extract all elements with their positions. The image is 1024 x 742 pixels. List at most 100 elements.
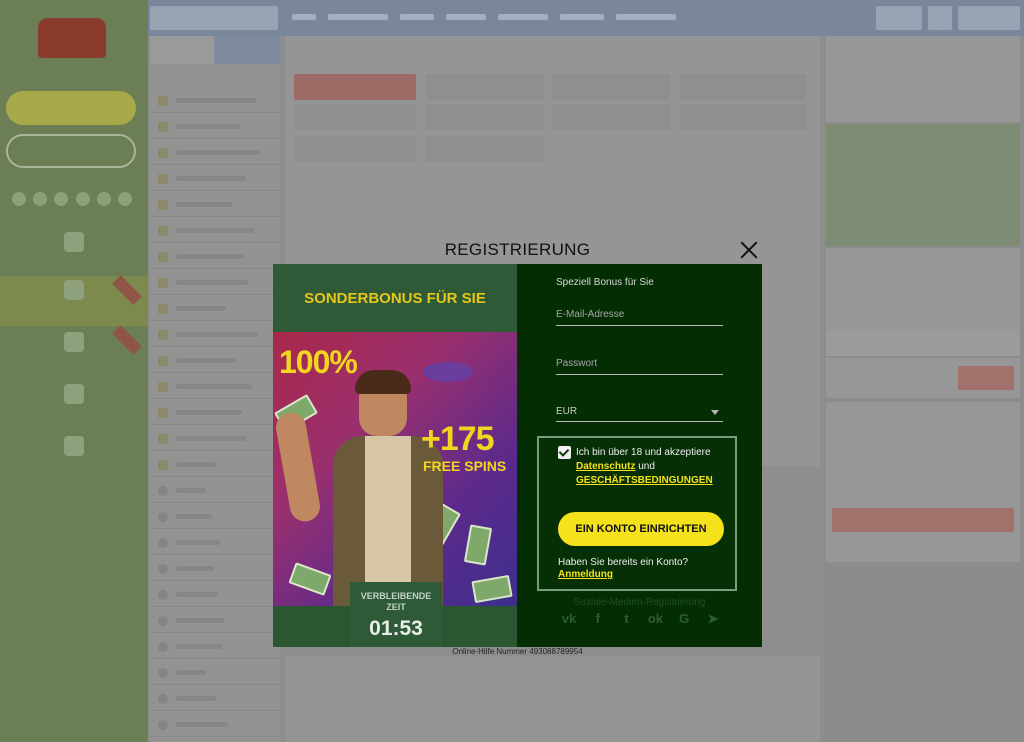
tab-favorites [150, 36, 214, 64]
consent-text: Ich bin über 18 und akzeptiere Datenschu… [576, 446, 734, 488]
sidebar-social-row [8, 192, 136, 206]
currency-select[interactable]: EUR [556, 400, 723, 422]
list-item [150, 192, 280, 217]
help-phone-text: Online-Hilfe Nummer 493088789954 [452, 647, 583, 656]
promo-code-header [826, 330, 1020, 356]
list-item [150, 660, 280, 685]
terms-link[interactable]: GESCHÄFTSBEDINGUNGEN [576, 475, 713, 486]
age-consent-checkbox[interactable] [558, 446, 571, 459]
events-panel-secondary [286, 656, 820, 742]
sidebar-item-calendar [0, 380, 148, 430]
list-item [150, 166, 280, 191]
list-item [150, 426, 280, 451]
social-icon [54, 192, 69, 206]
consent-box: Ich bin über 18 und akzeptiere Datenschu… [537, 436, 737, 591]
promo-panel: SONDERBONUS FÜR SIE 100% +175 FREE SPINS… [273, 264, 517, 647]
consent-and: und [638, 461, 655, 472]
calendar-icon [64, 384, 84, 404]
hero-arm [273, 410, 323, 524]
modal-title: REGISTRIERUNG [444, 240, 591, 259]
virtual-sport-icon [64, 332, 84, 352]
settings-button [958, 6, 1020, 30]
filter-chip [294, 104, 416, 130]
password-field-wrapper [556, 353, 723, 375]
filter-chip [426, 104, 544, 130]
list-item [150, 452, 280, 477]
bet-slip-button [832, 508, 1014, 532]
consent-label: Ich bin über 18 und akzeptiere [576, 447, 711, 458]
logo-mark [38, 18, 106, 58]
create-account-button[interactable]: EIN KONTO EINRICHTEN [558, 512, 724, 546]
email-field[interactable] [556, 304, 723, 325]
form-subtitle: Speziell Bonus für Sie [556, 277, 654, 288]
odnoklassniki-icon[interactable]: ok [647, 611, 663, 627]
right-panel [826, 36, 1020, 596]
top-menu [292, 14, 676, 20]
search-box [150, 6, 278, 30]
vk-icon[interactable]: vk [561, 611, 577, 627]
twitter-icon[interactable]: t [619, 611, 635, 627]
privacy-link[interactable]: Datenschutz [576, 461, 635, 472]
registration-form: Speziell Bonus für Sie EUR Ich bin über … [517, 264, 762, 647]
list-item [150, 114, 280, 139]
social-icon [118, 192, 133, 206]
list-item [150, 582, 280, 607]
games-icon [64, 232, 84, 252]
free-spins-count: +175 [421, 420, 495, 458]
menu-link [446, 14, 486, 20]
diamond-icon [64, 436, 84, 456]
list-item [150, 218, 280, 243]
facebook-icon[interactable]: f [590, 611, 606, 627]
menu-link [498, 14, 548, 20]
have-account-text: Haben Sie bereits ein Konto? [558, 557, 689, 568]
list-item [150, 608, 280, 633]
bonus-percent: 100% [279, 344, 358, 380]
social-icon [32, 192, 47, 206]
casino-logo [30, 14, 114, 76]
list-item [150, 140, 280, 165]
close-icon[interactable] [738, 239, 760, 261]
email-field-wrapper [556, 304, 723, 326]
list-item [150, 374, 280, 399]
sport-list [150, 36, 280, 742]
social-icon [96, 192, 111, 206]
filter-chip [294, 74, 416, 100]
social-icon [11, 192, 26, 206]
list-item [150, 504, 280, 529]
list-item [150, 296, 280, 321]
money-bill [471, 574, 513, 604]
sidebar-login-button [6, 134, 136, 168]
timer-label: VERBLEIBENDE ZEIT [360, 591, 432, 612]
list-item [150, 348, 280, 373]
login-link[interactable]: Anmeldung [558, 569, 613, 580]
list-item [150, 88, 280, 113]
list-item [150, 270, 280, 295]
top-bar [148, 0, 1024, 36]
match-card [826, 36, 1020, 122]
filter-chip [426, 74, 544, 100]
sidebar-register-button [6, 91, 136, 125]
promo-artwork: 100% +175 FREE SPINS [273, 332, 517, 606]
registration-modal: SONDERBONUS FÜR SIE 100% +175 FREE SPINS… [273, 264, 762, 647]
menu-link [616, 14, 676, 20]
filter-chip [680, 104, 806, 130]
filter-chip [552, 74, 670, 100]
promo-header: SONDERBONUS FÜR SIE [273, 264, 517, 332]
free-spins-label: FREE SPINS [423, 458, 507, 474]
timer-value: 01:53 [369, 617, 423, 640]
social-registration-title: Soziale-Medien-Registrierung [573, 597, 706, 608]
mobile-button [928, 6, 952, 30]
left-sidebar [0, 0, 148, 742]
list-item [150, 478, 280, 503]
menu-link [292, 14, 316, 20]
google-icon[interactable]: G [676, 611, 692, 627]
menu-link [328, 14, 388, 20]
filter-chip [552, 104, 670, 130]
money-bill [463, 524, 493, 566]
sidebar-item-games [0, 228, 148, 278]
sidebar-item-bonuses [0, 432, 148, 482]
menu-link [560, 14, 604, 20]
list-item [150, 686, 280, 711]
telegram-icon[interactable]: ➤ [705, 611, 721, 627]
password-field[interactable] [556, 353, 723, 374]
